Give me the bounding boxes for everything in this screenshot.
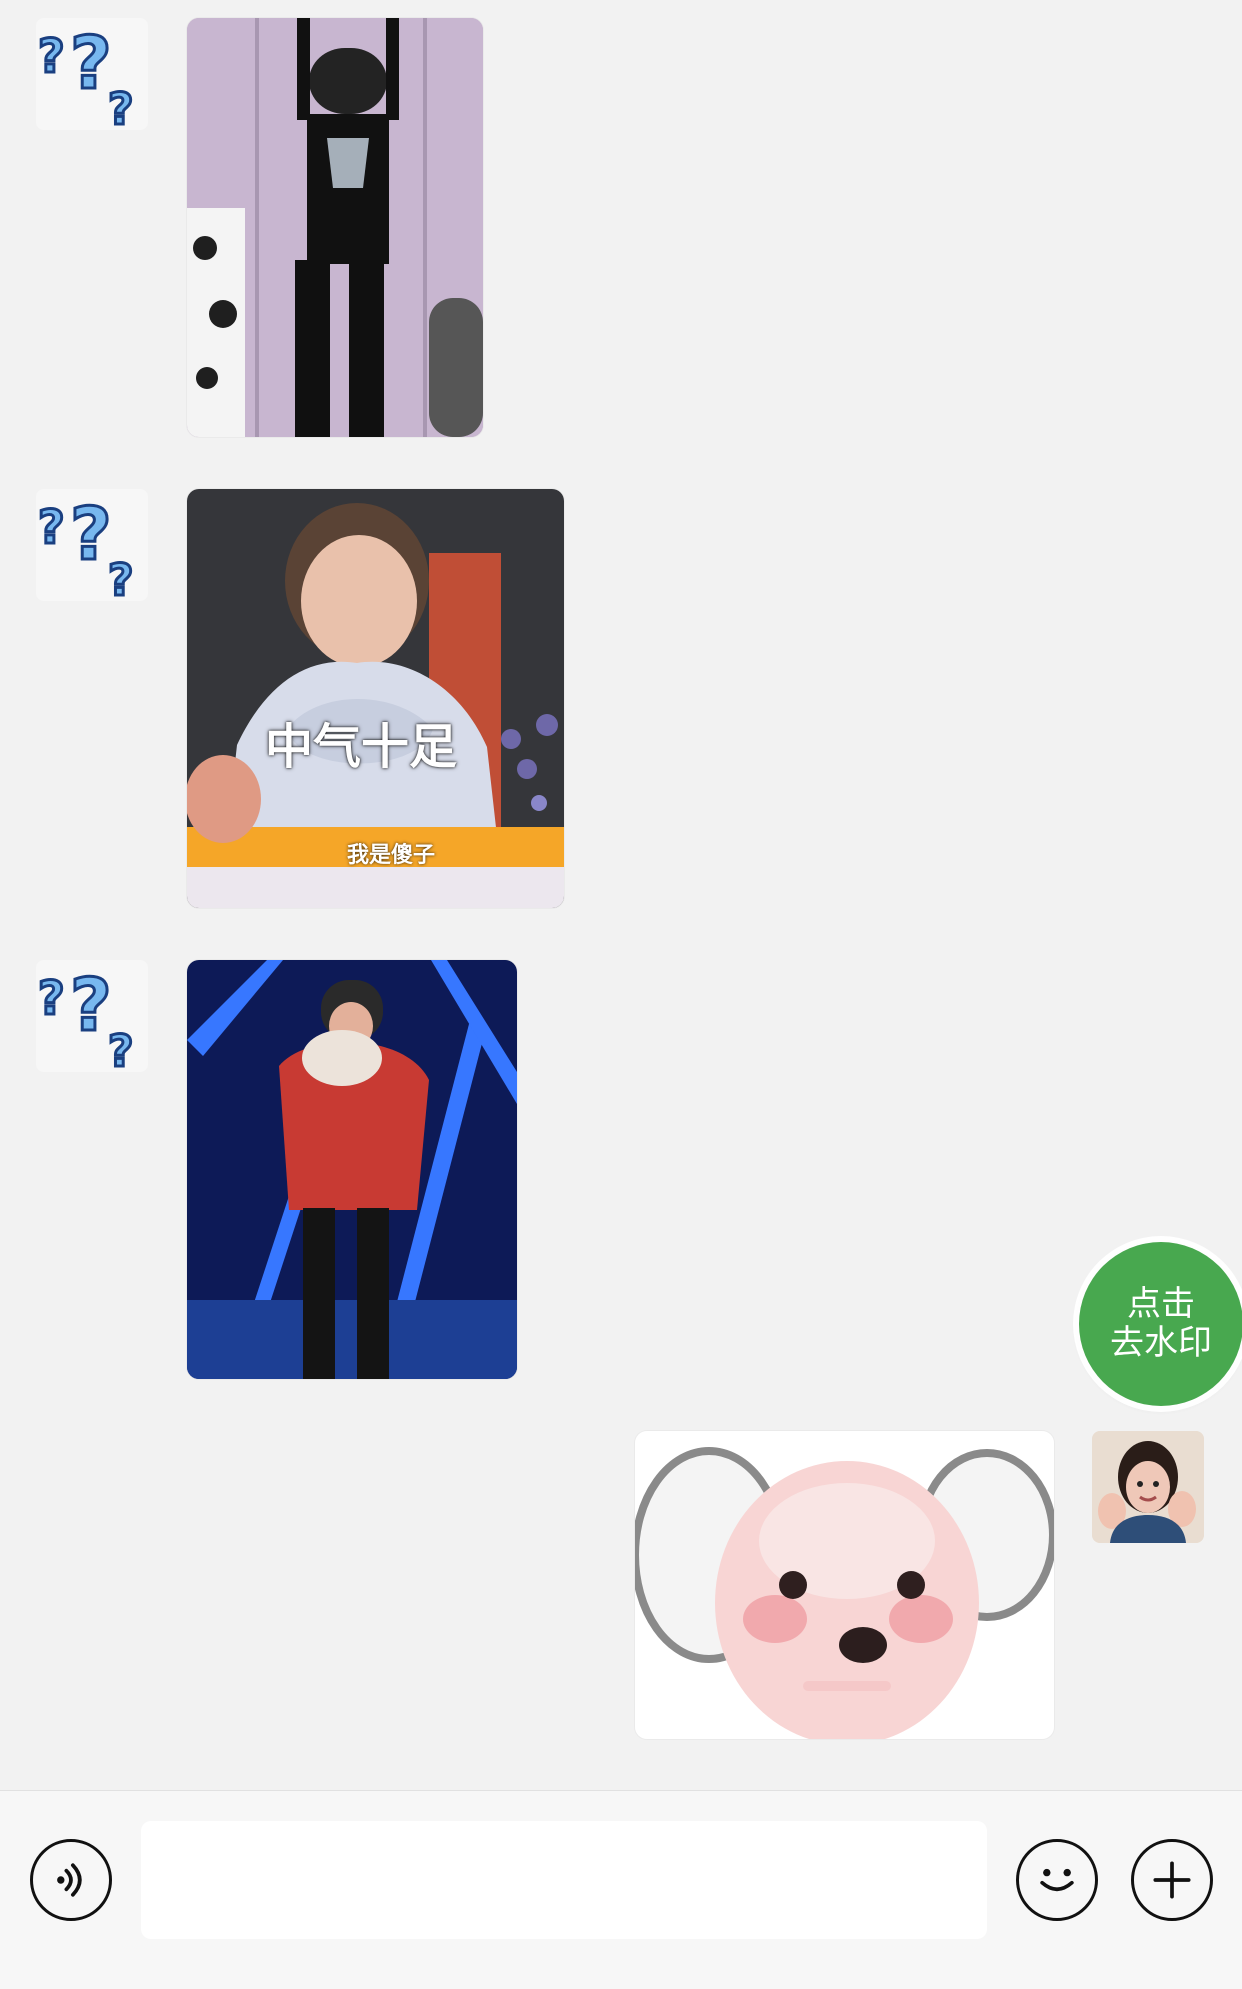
svg-text:?: ? bbox=[108, 1026, 134, 1072]
input-bar bbox=[0, 1790, 1242, 1989]
message-row bbox=[0, 1410, 1242, 1770]
question-marks-icon[interactable]: ? ? ? bbox=[36, 489, 148, 601]
smiling-boy-hoodie-sticker[interactable]: 中气十足 我是傻子 bbox=[187, 489, 564, 908]
plus-icon[interactable] bbox=[1131, 1839, 1213, 1921]
girl-selfie-avatar[interactable] bbox=[1092, 1431, 1204, 1543]
dancing-boy-sticker[interactable] bbox=[187, 18, 483, 437]
question-marks-icon-graphic: ? ? ? bbox=[36, 489, 148, 601]
svg-text:?: ? bbox=[38, 500, 65, 554]
girl-selfie-avatar-graphic bbox=[1092, 1431, 1204, 1543]
remove-watermark-button[interactable]: 点击 去水印 bbox=[1079, 1242, 1242, 1406]
sticker-subcaption: 我是傻子 bbox=[347, 843, 436, 868]
pink-puppy-face-sticker[interactable] bbox=[635, 1431, 1054, 1739]
message-row: ? ? ? bbox=[0, 940, 1242, 1400]
svg-text:?: ? bbox=[38, 29, 65, 83]
chat-area[interactable]: ? ? ? ? ? ? 中气十足 我是傻子 ? ? ? 点击 去水印 bbox=[0, 0, 1242, 1790]
svg-text:?: ? bbox=[108, 84, 134, 130]
question-marks-icon-graphic: ? ? ? bbox=[36, 18, 148, 130]
pink-puppy-face-sticker-graphic bbox=[635, 1431, 1054, 1739]
question-marks-icon[interactable]: ? ? ? bbox=[36, 18, 148, 130]
voice-icon[interactable] bbox=[30, 1839, 112, 1921]
boy-with-plush-on-stage-sticker[interactable] bbox=[187, 960, 517, 1379]
emoji-icon-graphic bbox=[1040, 1868, 1074, 1892]
question-marks-icon-graphic: ? ? ? bbox=[36, 960, 148, 1072]
message-row: ? ? ? 中气十足 我是傻子 bbox=[0, 470, 1242, 930]
plus-icon-graphic bbox=[1153, 1861, 1191, 1899]
message-input[interactable] bbox=[141, 1821, 987, 1939]
message-row: ? ? ? bbox=[0, 0, 1242, 460]
dancing-boy-sticker-graphic bbox=[187, 18, 483, 437]
voice-icon-graphic bbox=[57, 1863, 82, 1897]
svg-text:?: ? bbox=[38, 971, 65, 1025]
remove-watermark-button-line1: 点击 bbox=[1127, 1284, 1195, 1324]
remove-watermark-button-line2: 去水印 bbox=[1110, 1323, 1212, 1363]
svg-text:?: ? bbox=[108, 555, 134, 601]
question-marks-icon[interactable]: ? ? ? bbox=[36, 960, 148, 1072]
svg-text:?: ? bbox=[70, 963, 112, 1047]
emoji-icon[interactable] bbox=[1016, 1839, 1098, 1921]
boy-with-plush-on-stage-sticker-graphic bbox=[187, 960, 517, 1379]
svg-text:?: ? bbox=[70, 21, 112, 105]
sticker-caption: 中气十足 bbox=[265, 719, 458, 775]
svg-text:?: ? bbox=[70, 492, 112, 576]
